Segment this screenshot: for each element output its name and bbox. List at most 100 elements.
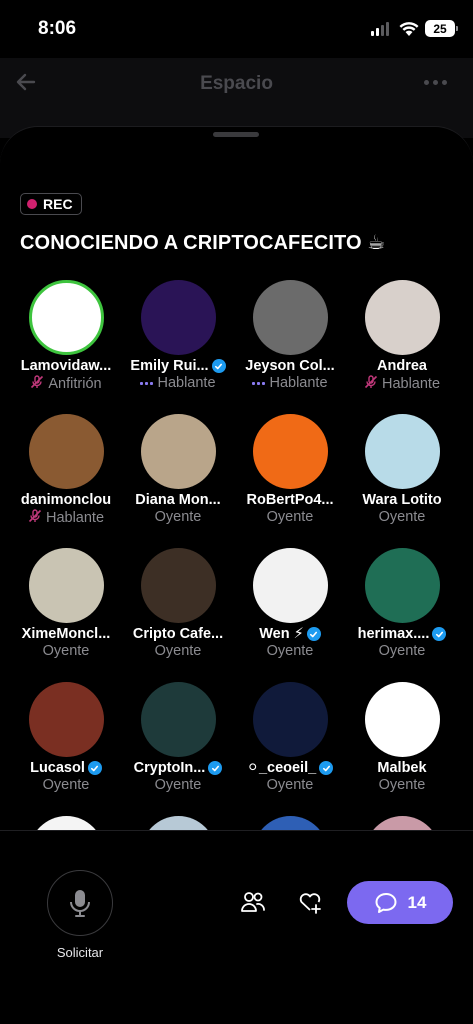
sheet-grabber[interactable] xyxy=(213,132,259,137)
avatar[interactable] xyxy=(140,682,216,757)
participant-role-text: Oyente xyxy=(154,509,202,525)
participant-name-text: ⚪_ceoeil_ xyxy=(246,760,317,776)
participant-role: Oyente xyxy=(234,777,346,793)
participant-name-text: CryptoIn... xyxy=(133,760,206,776)
avatar[interactable] xyxy=(364,414,440,489)
participant-name-text: danimonclou xyxy=(20,492,112,508)
participant-role: Oyente xyxy=(122,777,234,793)
participant-role-text: Oyente xyxy=(378,509,426,525)
comment-bubble-icon xyxy=(375,892,397,913)
participant-role-text: Oyente xyxy=(378,777,426,793)
participant[interactable]: Emily Rui... Hablante xyxy=(122,280,234,391)
participant-role-text: Anfitrión xyxy=(48,376,102,392)
participant-role-text: Oyente xyxy=(154,777,202,793)
participant-role: Oyente xyxy=(10,777,122,793)
more-options-icon[interactable] xyxy=(424,80,447,85)
participant-name-text: Emily Rui... xyxy=(130,358,209,374)
avatar[interactable] xyxy=(252,280,328,355)
avatar[interactable] xyxy=(252,548,328,623)
verified-badge-icon xyxy=(319,761,334,775)
participant[interactable] xyxy=(122,816,234,830)
participant[interactable] xyxy=(10,816,122,830)
participant-role: Oyente xyxy=(10,643,122,659)
participant-name: herimax.... xyxy=(346,626,458,642)
participant-name: Lamovidaw... xyxy=(10,358,122,374)
participant-name-text: Diana Mon... xyxy=(135,492,221,508)
participant-role-text: Oyente xyxy=(266,643,314,659)
avatar[interactable] xyxy=(364,682,440,757)
participant-role: Anfitrión xyxy=(10,375,122,393)
avatar[interactable] xyxy=(140,816,216,830)
participant-name-text: Wara Lotito xyxy=(362,492,442,508)
people-icon[interactable] xyxy=(240,889,266,915)
avatar[interactable] xyxy=(28,682,104,757)
participant-name: ⚪_ceoeil_ xyxy=(234,760,346,776)
speaking-indicator-icon xyxy=(252,381,266,385)
avatar[interactable] xyxy=(140,414,216,489)
muted-mic-icon xyxy=(28,509,42,527)
participant-role-text: Oyente xyxy=(42,643,90,659)
participant-name-text: Lamovidaw... xyxy=(20,358,112,374)
participant[interactable]: Cripto Cafe... Oyente xyxy=(122,548,234,659)
avatar[interactable] xyxy=(364,548,440,623)
participant-role: Hablante xyxy=(346,375,458,393)
avatar[interactable] xyxy=(364,280,440,355)
participant[interactable]: danimonclou Hablante xyxy=(10,414,122,527)
participant-role-text: Hablante xyxy=(45,510,105,526)
participant-name-text: Jeyson Col... xyxy=(245,358,335,374)
participant[interactable]: Andrea Hablante xyxy=(346,280,458,393)
request-to-speak-button[interactable] xyxy=(47,870,113,936)
participant-role: Oyente xyxy=(346,509,458,525)
participant-name-text: RoBertPo4... xyxy=(246,492,334,508)
status-time: 8:06 xyxy=(38,18,77,39)
rec-label: REC xyxy=(43,196,73,212)
request-label: Solicitar xyxy=(56,945,104,960)
participant-role-text: Hablante xyxy=(157,375,216,391)
participant[interactable]: Jeyson Col... Hablante xyxy=(234,280,346,391)
avatar[interactable] xyxy=(28,816,104,830)
participant[interactable] xyxy=(346,816,458,830)
participant-role-text: Oyente xyxy=(266,509,314,525)
participant[interactable]: CryptoIn... Oyente xyxy=(122,682,234,793)
participant[interactable]: XimeMoncl... Oyente xyxy=(10,548,122,659)
participant[interactable]: ⚪_ceoeil_ Oyente xyxy=(234,682,346,793)
verified-badge-icon xyxy=(432,627,447,641)
participant-name: Malbek xyxy=(346,760,458,776)
participant[interactable]: Malbek Oyente xyxy=(346,682,458,793)
avatar[interactable] xyxy=(28,414,104,489)
status-bar: 8:06 25 xyxy=(0,0,473,58)
comments-button[interactable]: 14 xyxy=(347,881,453,924)
participant[interactable]: Diana Mon... Oyente xyxy=(122,414,234,525)
avatar[interactable] xyxy=(28,548,104,623)
avatar[interactable] xyxy=(252,816,328,830)
participant-name-text: Wen ⚡ xyxy=(259,626,304,642)
wifi-icon xyxy=(399,22,419,36)
avatar[interactable] xyxy=(28,280,104,355)
participant[interactable]: Wara Lotito Oyente xyxy=(346,414,458,525)
participant-role: Oyente xyxy=(346,777,458,793)
avatar[interactable] xyxy=(364,816,440,830)
participant[interactable]: RoBertPo4... Oyente xyxy=(234,414,346,525)
participant[interactable]: Wen ⚡ Oyente xyxy=(234,548,346,659)
participant-role: Oyente xyxy=(346,643,458,659)
participant[interactable] xyxy=(234,816,346,830)
page-title: Espacio xyxy=(200,73,273,94)
participant-role: Oyente xyxy=(234,643,346,659)
participant-name: Lucasol xyxy=(10,760,122,776)
microphone-icon xyxy=(70,890,90,917)
participant-role-text: Hablante xyxy=(381,376,441,392)
participant[interactable]: Lamovidaw... Anfitrión xyxy=(10,280,122,393)
participant-name: danimonclou xyxy=(10,492,122,508)
muted-mic-icon xyxy=(30,375,44,393)
avatar[interactable] xyxy=(252,682,328,757)
rec-badge: REC xyxy=(20,193,82,215)
participant-name: Diana Mon... xyxy=(122,492,234,508)
avatar[interactable] xyxy=(252,414,328,489)
avatar[interactable] xyxy=(140,548,216,623)
avatar[interactable] xyxy=(140,280,216,355)
heart-add-icon[interactable] xyxy=(297,889,323,915)
participant-name: RoBertPo4... xyxy=(234,492,346,508)
participant[interactable]: herimax.... Oyente xyxy=(346,548,458,659)
participant[interactable]: Lucasol Oyente xyxy=(10,682,122,793)
participant-role: Oyente xyxy=(122,509,234,525)
